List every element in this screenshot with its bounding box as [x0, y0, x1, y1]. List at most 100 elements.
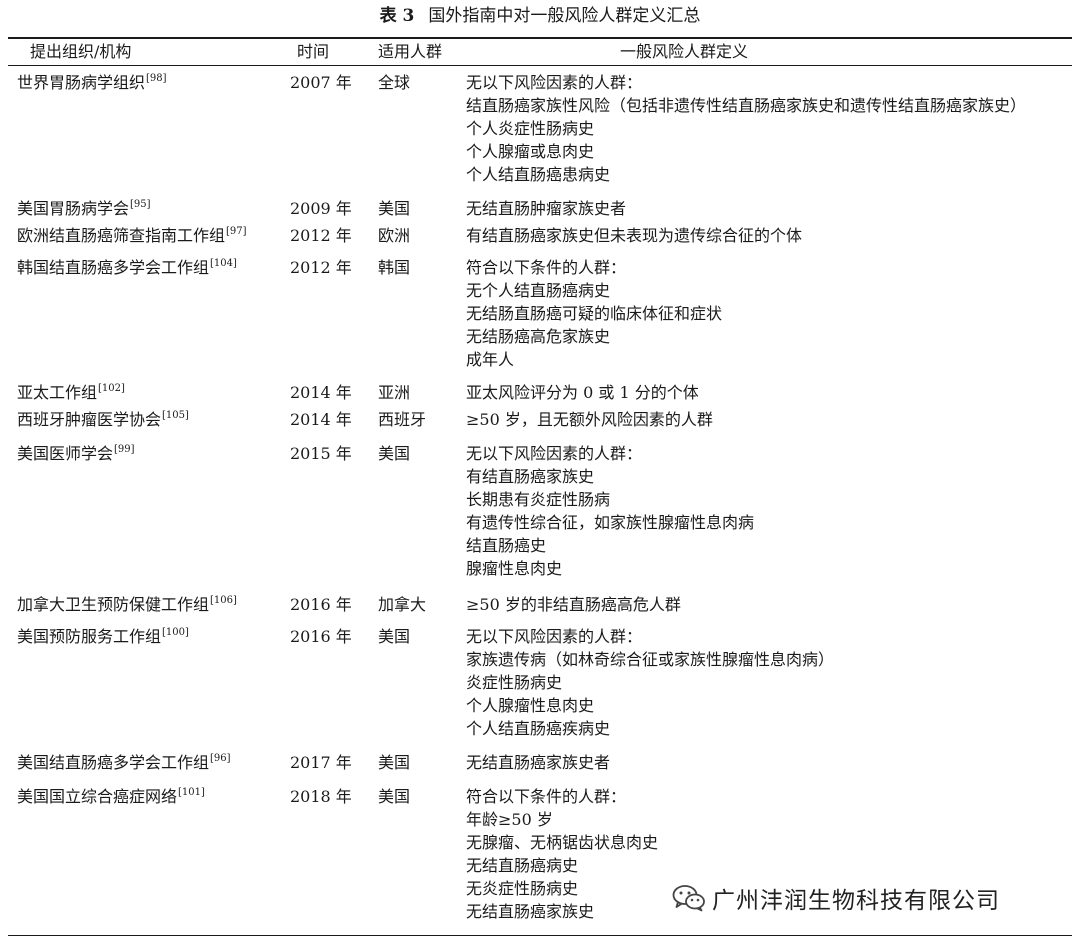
- org-name: 美国预防服务工作组: [17, 627, 162, 646]
- header-org: 提出组织/机构: [30, 42, 132, 61]
- year-cell: 2015 年: [290, 444, 352, 463]
- definition-line: 个人结直肠癌疾病史: [466, 719, 611, 738]
- definition-cell: 无结直肠肿瘤家族史者: [466, 197, 1066, 220]
- reference-mark: [106]: [210, 595, 237, 606]
- reference-mark: [105]: [162, 410, 189, 421]
- definition-line: 个人腺瘤或息肉史: [466, 142, 595, 161]
- table-header-rule: [8, 65, 1072, 66]
- definition-line: 有结直肠癌家族史: [466, 467, 595, 486]
- reference-mark: [97]: [226, 226, 247, 237]
- definition-line: 无个人结直肠癌病史: [466, 281, 611, 300]
- reference-mark: [101]: [178, 787, 205, 798]
- definition-line: 无以下风险因素的人群：: [466, 627, 643, 646]
- org-cell: 欧洲结直肠癌筛查指南工作组[97]: [17, 224, 247, 247]
- definition-line: 炎症性肠病史: [466, 673, 563, 692]
- org-cell: 美国医师学会[99]: [17, 442, 135, 465]
- definition-line: ≥50 岁的非结直肠癌高危人群: [466, 595, 681, 614]
- year-cell: 2017 年: [290, 753, 352, 772]
- definition-line: 无结肠癌高危家族史: [466, 327, 611, 346]
- org-cell: 美国胃肠病学会[95]: [17, 197, 151, 220]
- wechat-icon: [672, 885, 705, 912]
- org-cell: 美国结直肠癌多学会工作组[96]: [17, 751, 231, 774]
- scope-cell: 美国: [378, 627, 411, 646]
- scope-cell: 美国: [378, 444, 411, 463]
- org-name: 亚太工作组: [17, 383, 98, 402]
- scope-cell: 亚洲: [378, 383, 411, 402]
- definition-line: 无结直肠癌家族史者: [466, 753, 611, 772]
- org-cell: 美国国立综合癌症网络[101]: [17, 785, 205, 808]
- reference-mark: [95]: [130, 199, 151, 210]
- definition-line: ≥50 岁，且无额外风险因素的人群: [466, 410, 713, 429]
- org-name: 美国胃肠病学会: [17, 199, 130, 218]
- definition-line: 腺瘤性息肉史: [466, 559, 563, 578]
- org-name: 美国结直肠癌多学会工作组: [17, 753, 210, 772]
- table-bottom-rule: [8, 935, 1072, 936]
- scope-cell: 美国: [378, 199, 411, 218]
- org-name: 欧洲结直肠癌筛查指南工作组: [17, 226, 226, 245]
- year-cell: 2009 年: [290, 199, 352, 218]
- definition-cell: 无结直肠癌家族史者: [466, 751, 1066, 774]
- scope-cell: 韩国: [378, 258, 411, 277]
- definition-line: 个人腺瘤性息肉史: [466, 696, 595, 715]
- scope-cell: 全球: [378, 73, 411, 92]
- definition-line: 无腺瘤、无柄锯齿状息肉史: [466, 833, 659, 852]
- year-cell: 2012 年: [290, 258, 352, 277]
- definition-cell: ≥50 岁的非结直肠癌高危人群: [466, 593, 1066, 616]
- reference-mark: [104]: [210, 258, 237, 269]
- definition-cell: 符合以下条件的人群： 无个人结直肠癌病史 无结肠直肠癌可疑的临床体征和症状 无结肠癌高…: [466, 256, 1066, 371]
- definition-line: 亚太风险评分为 0 或 1 分的个体: [466, 383, 699, 402]
- reference-mark: [99]: [114, 444, 135, 455]
- org-name: 韩国结直肠癌多学会工作组: [17, 258, 210, 277]
- definition-line: 符合以下条件的人群：: [466, 787, 627, 806]
- org-name: 美国国立综合癌症网络: [17, 787, 178, 806]
- definition-line: 结直肠癌家族性风险（包括非遗传性结直肠癌家族史和遗传性结直肠癌家族史）: [466, 96, 1027, 115]
- org-cell: 西班牙肿瘤医学协会[105]: [17, 408, 189, 431]
- definition-line: 结直肠癌史: [466, 536, 547, 555]
- scope-cell: 欧洲: [378, 226, 411, 245]
- org-name: 西班牙肿瘤医学协会: [17, 410, 162, 429]
- definition-cell: 有结直肠癌家族史但未表现为遗传综合征的个体: [466, 224, 1066, 247]
- year-cell: 2016 年: [290, 627, 352, 646]
- definition-line: 无以下风险因素的人群：: [466, 444, 643, 463]
- org-cell: 亚太工作组[102]: [17, 381, 125, 404]
- scope-cell: 美国: [378, 753, 411, 772]
- definition-line: 长期患有炎症性肠病: [466, 490, 611, 509]
- year-cell: 2012 年: [290, 226, 352, 245]
- org-cell: 加拿大卫生预防保健工作组[106]: [17, 593, 237, 616]
- table-label: 表 3: [379, 6, 415, 26]
- definition-line: 有遗传性综合征，如家族性腺瘤性息肉病: [466, 513, 755, 532]
- table-top-rule: [8, 37, 1072, 39]
- reference-mark: [100]: [162, 627, 189, 638]
- table-title: 表 3 国外指南中对一般风险人群定义汇总: [0, 5, 1080, 27]
- year-cell: 2018 年: [290, 787, 352, 806]
- definition-line: 无结直肠癌病史: [466, 856, 579, 875]
- year-cell: 2014 年: [290, 383, 352, 402]
- definition-line: 符合以下条件的人群：: [466, 258, 627, 277]
- definition-line: 无以下风险因素的人群：: [466, 73, 643, 92]
- definition-line: 个人炎症性肠病史: [466, 119, 595, 138]
- header-year: 时间: [297, 42, 330, 61]
- reference-mark: [96]: [210, 753, 231, 764]
- scope-cell: 加拿大: [378, 595, 427, 614]
- definition-line: 有结直肠癌家族史但未表现为遗传综合征的个体: [466, 226, 803, 245]
- definition-line: 年龄≥50 岁: [466, 810, 553, 829]
- org-cell: 世界胃肠病学组织[98]: [17, 71, 167, 94]
- definition-line: 成年人: [466, 350, 515, 369]
- year-cell: 2016 年: [290, 595, 352, 614]
- header-definition: 一般风险人群定义: [620, 42, 749, 61]
- table-caption: 国外指南中对一般风险人群定义汇总: [428, 6, 701, 26]
- org-cell: 韩国结直肠癌多学会工作组[104]: [17, 256, 237, 279]
- year-cell: 2014 年: [290, 410, 352, 429]
- reference-mark: [98]: [146, 73, 167, 84]
- definition-line: 家族遗传病（如林奇综合征或家族性腺瘤性息肉病）: [466, 650, 835, 669]
- reference-mark: [102]: [98, 383, 125, 394]
- definition-cell: 亚太风险评分为 0 或 1 分的个体: [466, 381, 1066, 404]
- org-name: 美国医师学会: [17, 444, 114, 463]
- org-name: 世界胃肠病学组织: [17, 73, 146, 92]
- scope-cell: 美国: [378, 787, 411, 806]
- definition-cell: 无以下风险因素的人群： 有结直肠癌家族史 长期患有炎症性肠病有遗传性综合征，如家族性…: [466, 442, 1066, 580]
- definition-cell: ≥50 岁，且无额外风险因素的人群: [466, 408, 1066, 431]
- year-cell: 2007 年: [290, 73, 352, 92]
- header-scope: 适用人群: [378, 42, 443, 61]
- definition-cell: 无以下风险因素的人群： 结直肠癌家族性风险（包括非遗传性结直肠癌家族史和遗传性结直…: [466, 71, 1066, 186]
